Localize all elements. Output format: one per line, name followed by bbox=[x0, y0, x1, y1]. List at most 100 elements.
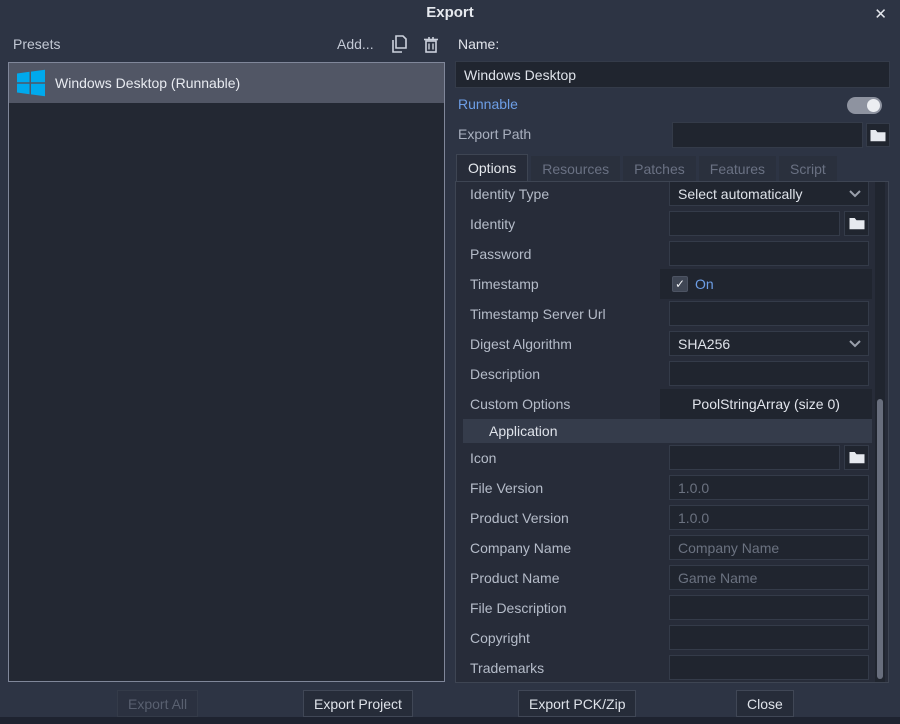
identity-input[interactable] bbox=[669, 211, 840, 236]
row-trademarks: Trademarks bbox=[456, 653, 888, 683]
value-cell bbox=[669, 505, 869, 530]
tab-bar: Options Resources Patches Features Scrip… bbox=[456, 154, 837, 182]
icon-browse-button[interactable] bbox=[844, 445, 869, 470]
identity-type-dropdown[interactable]: Select automatically bbox=[669, 181, 869, 206]
row-icon: Icon bbox=[456, 443, 888, 473]
timestamp-server-url-input[interactable] bbox=[669, 301, 869, 326]
value-cell bbox=[669, 475, 869, 500]
description-input[interactable] bbox=[669, 361, 869, 386]
value-cell bbox=[669, 595, 869, 620]
dialog-title: Export bbox=[0, 4, 900, 21]
name-input[interactable] bbox=[455, 61, 890, 88]
row-file-description: File Description bbox=[456, 593, 888, 623]
export-path-browse-button[interactable] bbox=[866, 123, 890, 147]
tab-options[interactable]: Options bbox=[456, 154, 528, 182]
property-label: Timestamp Server Url bbox=[470, 299, 606, 329]
export-pck-zip-button[interactable]: Export PCK/Zip bbox=[518, 690, 636, 717]
options-panel: Identity Type Select automatically Ident… bbox=[455, 181, 889, 683]
property-label: Password bbox=[470, 239, 531, 269]
value-cell bbox=[669, 211, 869, 236]
property-label: Description bbox=[470, 359, 540, 389]
row-product-version: Product Version bbox=[456, 503, 888, 533]
property-label: Trademarks bbox=[470, 653, 544, 683]
add-preset-button[interactable]: Add... bbox=[337, 36, 374, 52]
folder-icon bbox=[849, 451, 865, 464]
property-label: Product Version bbox=[470, 503, 569, 533]
export-path-label: Export Path bbox=[458, 126, 531, 142]
copyright-input[interactable] bbox=[669, 625, 869, 650]
tab-resources[interactable]: Resources bbox=[531, 156, 620, 182]
close-icon[interactable]: ✕ bbox=[869, 3, 892, 25]
value-cell bbox=[669, 535, 869, 560]
product-name-input[interactable] bbox=[669, 565, 869, 590]
timestamp-checkbox[interactable]: ✓ bbox=[672, 276, 688, 292]
row-timestamp-server-url: Timestamp Server Url bbox=[456, 299, 888, 329]
export-path-input[interactable] bbox=[672, 122, 863, 148]
property-label: Icon bbox=[470, 443, 496, 473]
folder-icon bbox=[870, 129, 886, 142]
company-name-input[interactable] bbox=[669, 535, 869, 560]
identity-browse-button[interactable] bbox=[844, 211, 869, 236]
row-custom-options: Custom Options PoolStringArray (size 0) bbox=[456, 389, 888, 419]
chevron-down-icon bbox=[848, 189, 862, 198]
property-label: Company Name bbox=[470, 533, 571, 563]
value-cell bbox=[669, 301, 869, 326]
property-label: File Description bbox=[470, 593, 566, 623]
row-description: Description bbox=[456, 359, 888, 389]
scrollbar-grabber[interactable] bbox=[877, 399, 883, 679]
options-scrollbar[interactable] bbox=[875, 182, 885, 682]
trademarks-input[interactable] bbox=[669, 655, 869, 680]
tab-features[interactable]: Features bbox=[699, 156, 776, 182]
row-timestamp: Timestamp ✓ On bbox=[456, 269, 888, 299]
export-project-button[interactable]: Export Project bbox=[303, 690, 413, 717]
custom-options-array-editor[interactable]: PoolStringArray (size 0) bbox=[660, 389, 872, 419]
row-password: Password bbox=[456, 239, 888, 269]
property-label: Product Name bbox=[470, 563, 559, 593]
icon-path-input[interactable] bbox=[669, 445, 840, 470]
value-cell bbox=[669, 361, 869, 386]
row-digest-algorithm: Digest Algorithm SHA256 bbox=[456, 329, 888, 359]
dialog-bottom-edge bbox=[0, 717, 900, 724]
runnable-label: Runnable bbox=[458, 96, 518, 112]
file-description-input[interactable] bbox=[669, 595, 869, 620]
value-cell: ✓ On bbox=[672, 269, 714, 299]
delete-preset-icon[interactable] bbox=[422, 35, 442, 55]
duplicate-preset-icon[interactable] bbox=[390, 35, 410, 55]
name-label: Name: bbox=[458, 36, 499, 52]
file-version-input[interactable] bbox=[669, 475, 869, 500]
toggle-knob bbox=[867, 99, 880, 112]
property-label: Identity bbox=[470, 209, 515, 239]
property-label: Copyright bbox=[470, 623, 530, 653]
category-header: Application bbox=[463, 419, 872, 443]
value-cell bbox=[669, 241, 869, 266]
runnable-toggle[interactable] bbox=[847, 97, 882, 114]
row-identity: Identity bbox=[456, 209, 888, 239]
row-product-name: Product Name bbox=[456, 563, 888, 593]
chevron-down-icon bbox=[848, 339, 862, 348]
tab-patches[interactable]: Patches bbox=[623, 156, 696, 182]
checkbox-state-label: On bbox=[695, 276, 714, 292]
preset-item-windows-desktop[interactable]: Windows Desktop (Runnable) bbox=[9, 63, 444, 103]
row-company-name: Company Name bbox=[456, 533, 888, 563]
tab-script[interactable]: Script bbox=[779, 156, 837, 182]
value-cell bbox=[669, 655, 869, 680]
row-identity-type: Identity Type Select automatically bbox=[456, 181, 888, 209]
preset-item-label: Windows Desktop (Runnable) bbox=[55, 75, 240, 91]
property-label: File Version bbox=[470, 473, 543, 503]
presets-heading: Presets bbox=[13, 36, 60, 52]
row-category-application: Application bbox=[456, 419, 888, 443]
windows-logo-icon bbox=[15, 67, 47, 99]
value-cell bbox=[669, 565, 869, 590]
digest-algorithm-dropdown[interactable]: SHA256 bbox=[669, 331, 869, 356]
close-button[interactable]: Close bbox=[736, 690, 794, 717]
presets-list: Windows Desktop (Runnable) bbox=[8, 62, 445, 682]
password-input[interactable] bbox=[669, 241, 869, 266]
property-label: Identity Type bbox=[470, 181, 549, 209]
property-rows: Identity Type Select automatically Ident… bbox=[456, 181, 888, 683]
property-label: Custom Options bbox=[470, 389, 570, 419]
product-version-input[interactable] bbox=[669, 505, 869, 530]
row-file-version: File Version bbox=[456, 473, 888, 503]
export-all-button[interactable]: Export All bbox=[117, 690, 198, 717]
value-cell bbox=[669, 445, 869, 470]
property-label: Digest Algorithm bbox=[470, 329, 572, 359]
